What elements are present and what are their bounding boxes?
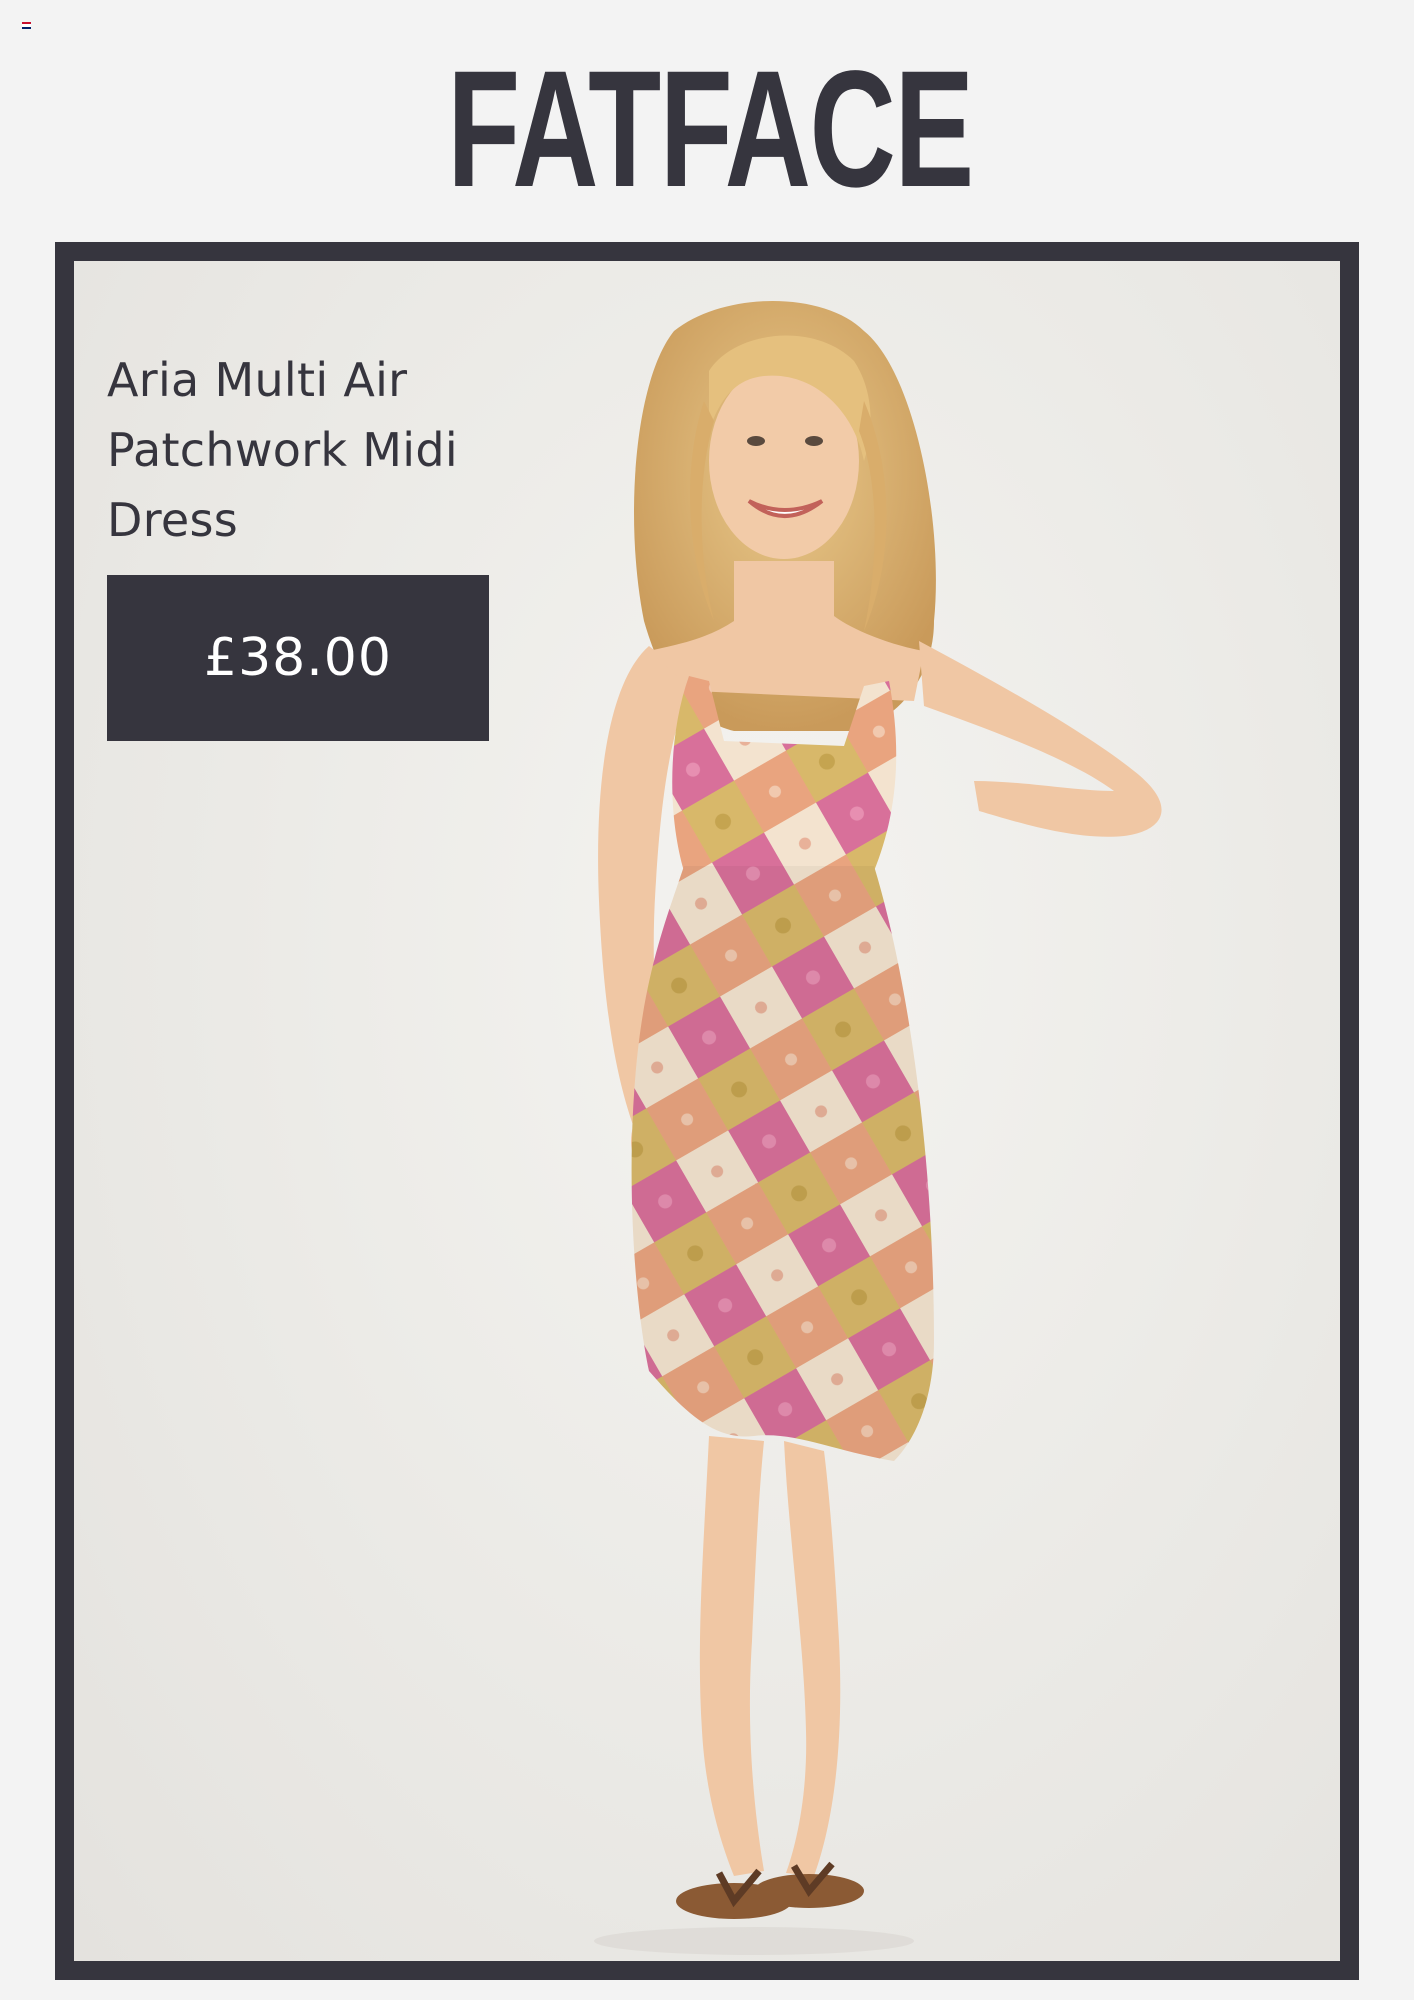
flag-icon bbox=[22, 22, 31, 29]
brand-logo: FATFACE bbox=[447, 37, 974, 222]
price-label: £38.00 bbox=[204, 628, 392, 688]
brand-header[interactable]: FATFACE bbox=[447, 40, 974, 220]
product-model-image bbox=[594, 301, 1162, 1955]
product-card[interactable]: Aria Multi Air Patchwork Midi Dress £38.… bbox=[55, 242, 1359, 1980]
product-title: Aria Multi Air Patchwork Midi Dress bbox=[107, 353, 458, 547]
price-badge[interactable]: £38.00 bbox=[107, 575, 489, 741]
